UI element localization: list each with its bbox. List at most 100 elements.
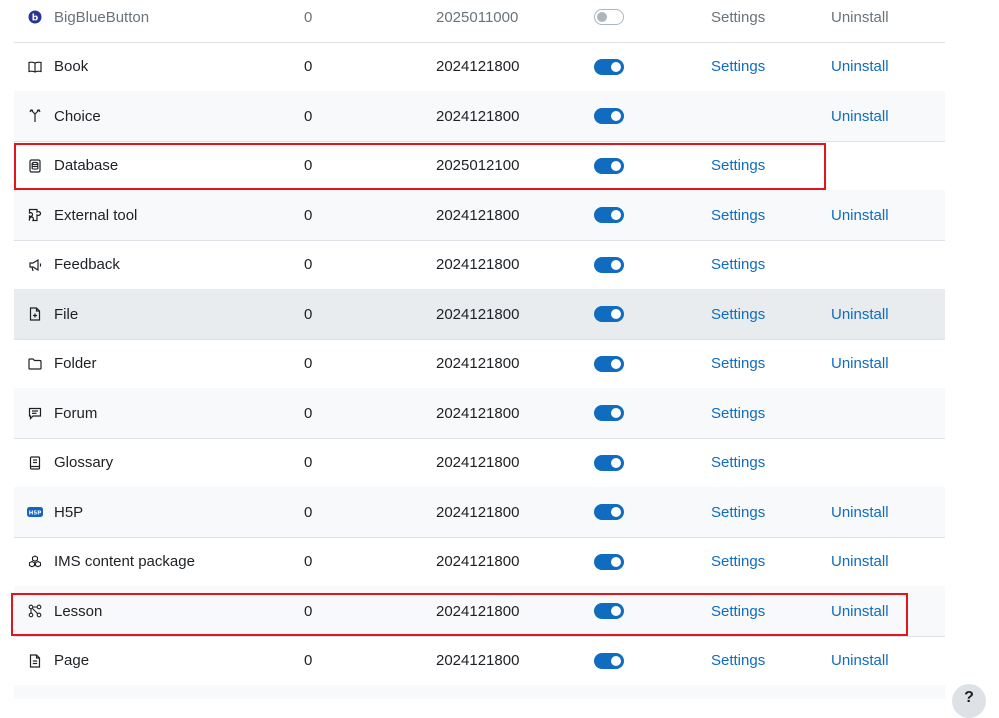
svg-text:H5P: H5P <box>29 510 41 516</box>
enable-toggle[interactable] <box>594 652 624 669</box>
module-version: 2024121800 <box>436 503 520 521</box>
module-name: Book <box>54 58 89 75</box>
uninstall-link[interactable]: Uninstall <box>831 553 889 570</box>
module-version: 2024121800 <box>436 404 520 422</box>
module-count: 0 <box>304 58 313 75</box>
module-count: 0 <box>304 107 313 125</box>
lesson-icon <box>26 586 44 636</box>
settings-link[interactable]: Settings <box>711 405 765 422</box>
module-name: IMS content package <box>54 553 195 570</box>
settings-link[interactable]: Settings <box>711 207 765 224</box>
uninstall-link[interactable]: Uninstall <box>831 58 889 75</box>
settings-link[interactable]: Settings <box>711 652 765 669</box>
settings-link[interactable]: Settings <box>711 256 765 273</box>
module-count: 0 <box>304 454 313 471</box>
enable-toggle[interactable] <box>594 157 624 174</box>
activity-modules-table: b BigBlueButton 0 2025011000 Settings Un… <box>14 0 945 699</box>
module-version: 2024121800 <box>436 107 520 125</box>
uninstall-link[interactable]: Uninstall <box>831 355 889 372</box>
module-name: Database <box>54 157 119 174</box>
module-name: Glossary <box>54 454 114 471</box>
module-count: 0 <box>304 157 313 174</box>
settings-link[interactable]: Settings <box>711 355 765 372</box>
table-row: Feedback 0 2024121800 Settings <box>14 240 945 290</box>
module-version: 2024121800 <box>436 256 520 273</box>
module-version: 2024121800 <box>436 553 520 570</box>
settings-link[interactable]: Settings <box>711 553 765 570</box>
module-name: Forum <box>54 404 98 422</box>
module-count: 0 <box>304 256 313 273</box>
module-count: 0 <box>304 206 313 224</box>
module-version: 2025011000 <box>436 8 519 26</box>
module-name: Lesson <box>54 602 103 620</box>
enable-toggle[interactable] <box>594 256 624 273</box>
choice-icon <box>26 91 44 141</box>
table-row: Page 0 2024121800 Settings Uninstall <box>14 636 945 686</box>
enable-toggle[interactable] <box>594 207 624 223</box>
module-version: 2024121800 <box>436 206 520 224</box>
module-name: BigBlueButton <box>54 8 150 26</box>
enable-toggle[interactable] <box>594 58 624 75</box>
table-row <box>14 685 945 699</box>
enable-toggle[interactable] <box>594 355 624 372</box>
module-count: 0 <box>304 652 313 669</box>
enable-toggle[interactable] <box>594 108 624 124</box>
table-row: b BigBlueButton 0 2025011000 Settings Un… <box>14 0 945 43</box>
table-row: Folder 0 2024121800 Settings Uninstall <box>14 339 945 389</box>
table-row: File 0 2024121800 Settings Uninstall <box>14 289 945 340</box>
settings-link[interactable]: Settings <box>711 504 765 521</box>
module-name: External tool <box>54 206 138 224</box>
uninstall-link[interactable]: Uninstall <box>831 306 889 323</box>
settings-link[interactable]: Settings <box>711 157 765 174</box>
module-version: 2024121800 <box>436 454 520 471</box>
module-name: Page <box>54 652 90 669</box>
svg-text:b: b <box>32 14 39 24</box>
external-tool-icon <box>26 190 44 240</box>
uninstall-link[interactable]: Uninstall <box>831 652 889 669</box>
table-row: Database 0 2025012100 Settings <box>14 141 945 191</box>
module-version: 2024121800 <box>436 305 520 323</box>
bigbluebutton-icon: b <box>26 0 44 42</box>
table-row: IMS content package 0 2024121800 Setting… <box>14 537 945 587</box>
enable-toggle[interactable] <box>594 306 624 322</box>
ims-package-icon <box>26 537 44 586</box>
folder-icon <box>26 339 44 388</box>
table-row: Book 0 2024121800 Settings Uninstall <box>14 42 945 92</box>
enable-toggle[interactable] <box>594 553 624 570</box>
settings-link[interactable]: Settings <box>711 454 765 471</box>
module-count: 0 <box>304 305 313 323</box>
enable-toggle[interactable] <box>594 9 624 25</box>
module-count: 0 <box>304 553 313 570</box>
help-button[interactable]: ? <box>952 684 986 718</box>
module-name: File <box>54 305 79 323</box>
module-name: Folder <box>54 355 97 372</box>
database-icon <box>26 141 44 190</box>
table-row: Choice 0 2024121800 Uninstall <box>14 91 945 142</box>
enable-toggle[interactable] <box>594 504 624 520</box>
uninstall-link[interactable]: Uninstall <box>831 108 889 125</box>
module-count: 0 <box>304 404 313 422</box>
settings-link[interactable]: Settings <box>711 58 765 75</box>
uninstall-link[interactable]: Uninstall <box>831 603 889 620</box>
book-icon <box>26 42 44 91</box>
page-icon <box>26 636 44 685</box>
glossary-icon <box>26 438 44 487</box>
uninstall-link[interactable]: Uninstall <box>831 207 889 224</box>
table-row: External tool 0 2024121800 Settings Unin… <box>14 190 945 241</box>
settings-link[interactable]: Settings <box>711 9 765 26</box>
file-icon <box>26 289 44 339</box>
uninstall-link[interactable]: Uninstall <box>831 9 889 26</box>
table-row: Lesson 0 2024121800 Settings Uninstall <box>14 586 945 637</box>
settings-link[interactable]: Settings <box>711 603 765 620</box>
forum-icon <box>26 388 44 438</box>
table-row: Glossary 0 2024121800 Settings <box>14 438 945 488</box>
enable-toggle[interactable] <box>594 603 624 619</box>
uninstall-link[interactable]: Uninstall <box>831 504 889 521</box>
module-name: Choice <box>54 107 101 125</box>
module-version: 2024121800 <box>436 602 520 620</box>
module-version: 2025012100 <box>436 157 520 174</box>
settings-link[interactable]: Settings <box>711 306 765 323</box>
module-version: 2024121800 <box>436 355 520 372</box>
enable-toggle[interactable] <box>594 454 624 471</box>
enable-toggle[interactable] <box>594 405 624 421</box>
